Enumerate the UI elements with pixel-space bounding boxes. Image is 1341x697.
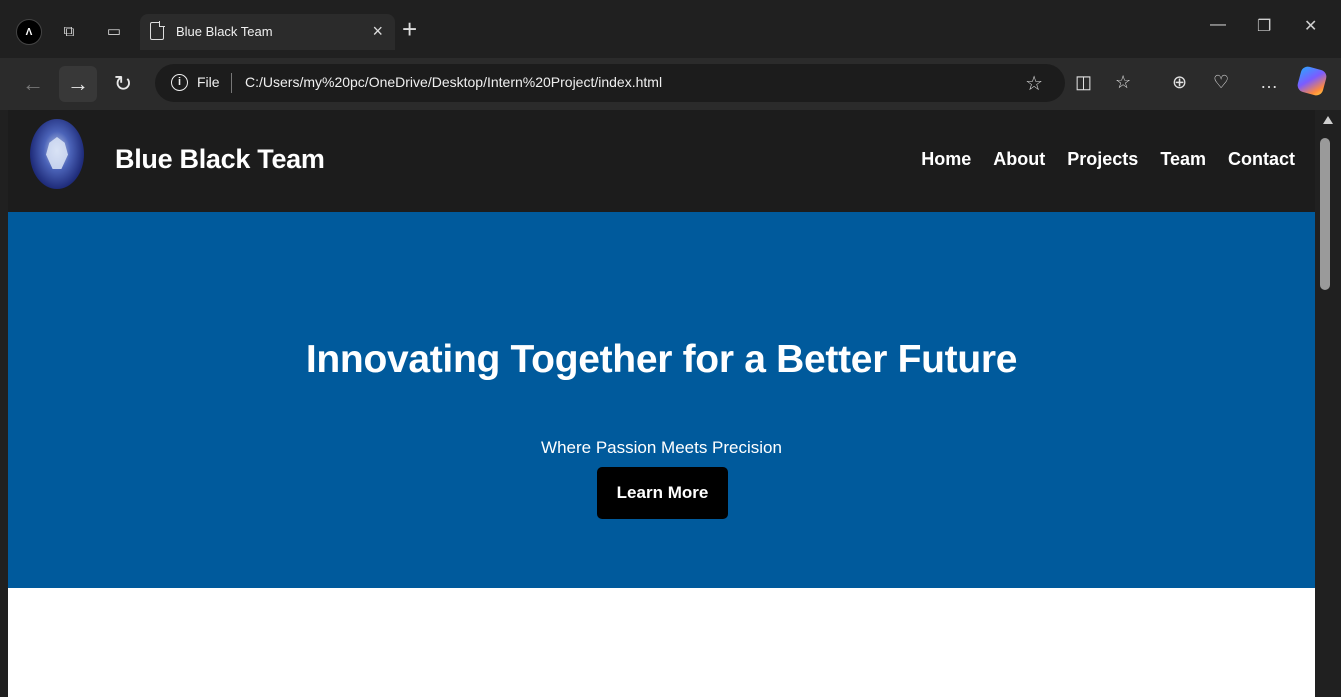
nav-about[interactable]: About (993, 149, 1045, 170)
nav-projects[interactable]: Projects (1067, 149, 1138, 170)
hero-section: Innovating Together for a Better Future … (8, 212, 1315, 588)
more-options-icon[interactable]: … (1260, 72, 1278, 93)
refresh-icon[interactable]: ↻ (104, 66, 142, 102)
split-screen-icon[interactable]: ◫ (1075, 72, 1092, 93)
hero-subtitle: Where Passion Meets Precision (541, 438, 782, 457)
browser-toolbar: ← → ↻ i File C:/Users/my%20pc/OneDrive/D… (0, 58, 1341, 110)
nav-contact[interactable]: Contact (1228, 149, 1295, 170)
team-logo[interactable] (30, 119, 84, 189)
wolf-emblem-icon (46, 137, 68, 169)
address-divider (231, 73, 232, 93)
restore-icon[interactable]: ❐ (1257, 16, 1271, 36)
browser-essentials-icon[interactable]: ♡ (1213, 72, 1229, 93)
workspaces-icon[interactable]: ⧉ (58, 20, 80, 42)
hero-title: Innovating Together for a Better Future (305, 338, 1018, 381)
copilot-icon[interactable] (1296, 65, 1328, 97)
address-protocol-label: File (197, 74, 220, 90)
site-nav: Home About Projects Team Contact (921, 149, 1295, 170)
scrollbar-thumb[interactable] (1320, 138, 1330, 290)
profile-avatar[interactable]: Ʌ (16, 19, 42, 45)
nav-team[interactable]: Team (1160, 149, 1206, 170)
favorites-icon[interactable]: ☆ (1115, 72, 1131, 93)
collections-icon[interactable]: ⊕ (1172, 72, 1187, 93)
close-window-icon[interactable]: ✕ (1304, 16, 1317, 36)
page-scrollbar[interactable] (1315, 110, 1341, 697)
browser-tab-bar: Ʌ ⧉ ▭ Blue Black Team × + — ❐ ✕ (0, 0, 1341, 58)
forward-arrow-icon[interactable]: → (59, 66, 97, 102)
nav-home[interactable]: Home (921, 149, 971, 170)
address-url[interactable]: C:/Users/my%20pc/OneDrive/Desktop/Intern… (245, 74, 662, 90)
scroll-up-arrow-icon[interactable] (1323, 116, 1333, 124)
page-icon (150, 21, 165, 40)
site-header: Blue Black Team Home About Projects Team… (8, 110, 1315, 212)
info-icon[interactable]: i (171, 74, 188, 91)
close-tab-icon[interactable]: × (372, 21, 383, 42)
learn-more-button[interactable]: Learn More (597, 467, 728, 519)
address-bar[interactable]: i File C:/Users/my%20pc/OneDrive/Desktop… (155, 64, 1065, 102)
favorite-star-icon[interactable]: ☆ (1025, 71, 1043, 96)
page-viewport: Blue Black Team Home About Projects Team… (8, 110, 1315, 697)
minimize-icon[interactable]: — (1210, 16, 1226, 34)
back-arrow-icon[interactable]: ← (14, 66, 52, 102)
tab-title: Blue Black Team (176, 24, 273, 39)
new-tab-icon[interactable]: + (402, 14, 417, 45)
active-tab[interactable]: Blue Black Team × (140, 14, 395, 50)
site-title: Blue Black Team (115, 144, 325, 174)
tab-actions-icon[interactable]: ▭ (103, 20, 125, 42)
